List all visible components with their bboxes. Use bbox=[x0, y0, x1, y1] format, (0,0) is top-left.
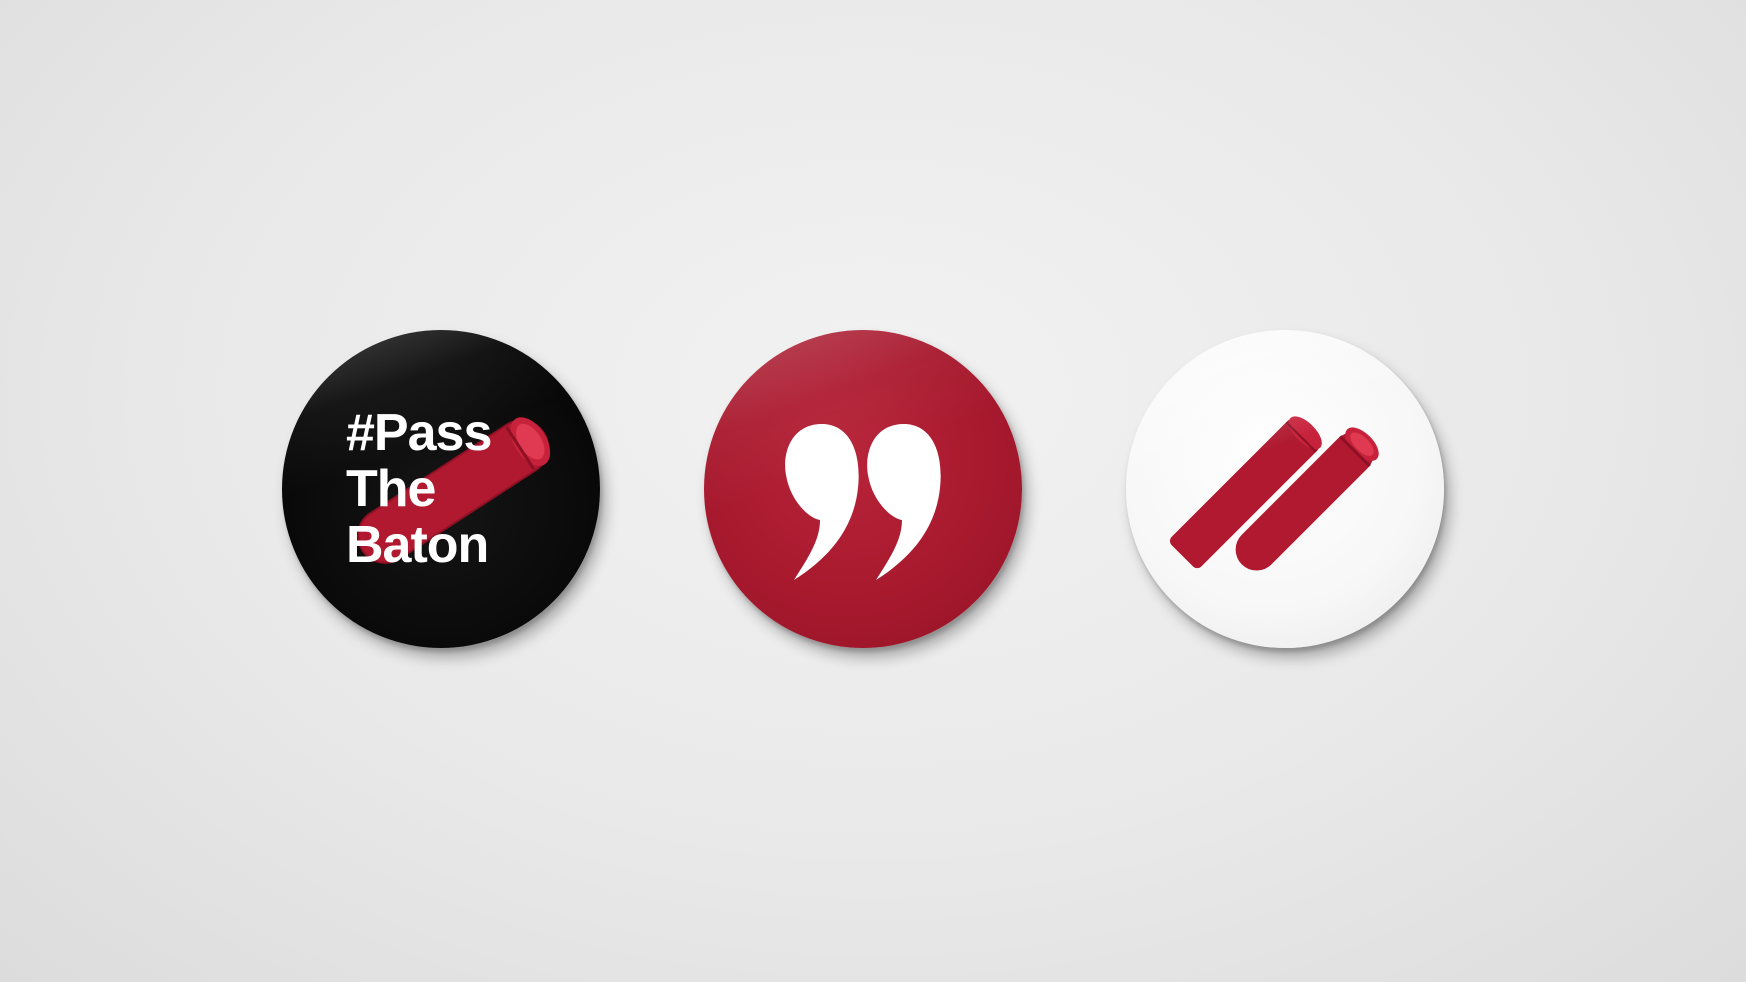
badge-slogan: #Pass The Baton bbox=[346, 404, 492, 574]
surface-background: #Pass The Baton bbox=[0, 0, 1746, 982]
slogan-line-3: Baton bbox=[346, 516, 489, 574]
pass-the-baton-badge: #Pass The Baton bbox=[282, 330, 600, 648]
quote-marks-badge bbox=[704, 330, 1022, 648]
slogan-line-1: #Pass bbox=[346, 404, 492, 462]
slogan-line-2: The bbox=[346, 460, 436, 518]
double-baton-badge bbox=[1126, 330, 1444, 648]
quotation-marks-icon bbox=[785, 424, 941, 580]
double-baton-icon bbox=[1169, 416, 1379, 571]
